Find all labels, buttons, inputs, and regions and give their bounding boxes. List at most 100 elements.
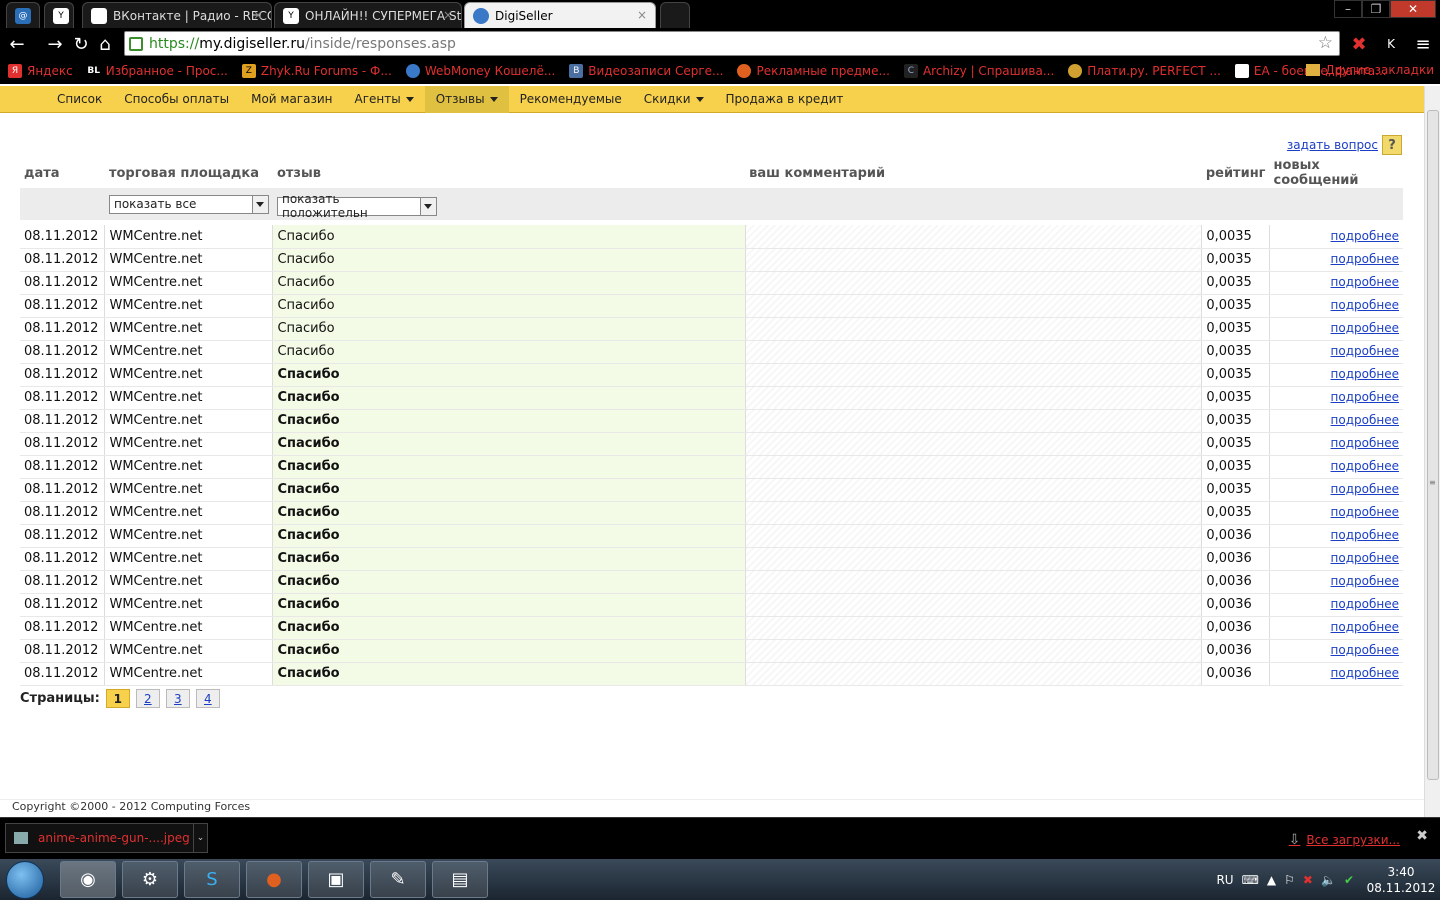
- chevron-down-icon[interactable]: ⌄: [193, 824, 207, 852]
- details-link[interactable]: подробнее: [1331, 229, 1399, 243]
- keyboard-icon[interactable]: ⌨: [1242, 873, 1259, 887]
- reload-icon[interactable]: ↻: [70, 33, 92, 55]
- details-link[interactable]: подробнее: [1331, 459, 1399, 473]
- k-extension-icon[interactable]: K: [1380, 33, 1402, 55]
- bookmark-izbrannoe[interactable]: BL Избранное - Прос...: [87, 64, 227, 78]
- action-center-icon[interactable]: ⚐: [1284, 873, 1295, 887]
- details-link[interactable]: подробнее: [1331, 574, 1399, 588]
- details-link[interactable]: подробнее: [1331, 528, 1399, 542]
- row-rating: 0,0036: [1201, 616, 1270, 640]
- details-link[interactable]: подробнее: [1331, 436, 1399, 450]
- details-link[interactable]: подробнее: [1331, 666, 1399, 680]
- tray-expand-icon[interactable]: ▲: [1267, 873, 1276, 887]
- close-icon[interactable]: ×: [443, 8, 453, 22]
- row-date: 08.11.2012: [20, 317, 106, 341]
- extension-icon[interactable]: ✖: [1348, 33, 1370, 55]
- details-link[interactable]: подробнее: [1331, 413, 1399, 427]
- network-icon[interactable]: ✖: [1303, 873, 1313, 887]
- row-comment: [745, 248, 1203, 272]
- clock[interactable]: 3:40 08.11.2012: [1366, 864, 1436, 896]
- details-link[interactable]: подробнее: [1331, 482, 1399, 496]
- minimize-icon[interactable]: –: [1334, 0, 1362, 18]
- notepad-icon[interactable]: ✎: [370, 861, 426, 898]
- details-link[interactable]: подробнее: [1331, 551, 1399, 565]
- menu-item-credit-sale[interactable]: Продажа в кредит: [715, 86, 855, 113]
- row-comment: [745, 455, 1203, 479]
- back-icon[interactable]: ←: [6, 33, 28, 55]
- details-link[interactable]: подробнее: [1331, 597, 1399, 611]
- details-link[interactable]: подробнее: [1331, 275, 1399, 289]
- steam-icon[interactable]: ⚙: [122, 861, 178, 898]
- table-row: 08.11.2012 WMCentre.net Спасибо 0,0036 подро…: [20, 639, 1403, 663]
- home-icon[interactable]: ⌂: [94, 33, 116, 55]
- details-link[interactable]: подробнее: [1331, 643, 1399, 657]
- details-link[interactable]: подробнее: [1331, 620, 1399, 634]
- address-bar[interactable]: https://my.digiseller.ru/inside/response…: [124, 31, 1340, 56]
- bookmark-zhyk[interactable]: Z Zhyk.Ru Forums - Ф...: [241, 64, 392, 78]
- close-icon[interactable]: ×: [637, 8, 647, 22]
- download-item[interactable]: anime-anime-gun-....jpeg ⌄: [5, 823, 208, 853]
- column-header-date: дата: [24, 165, 60, 181]
- review-filter-select[interactable]: показать положительн: [276, 192, 437, 220]
- row-date: 08.11.2012: [20, 248, 106, 272]
- close-icon[interactable]: ×: [253, 8, 263, 22]
- row-date: 08.11.2012: [20, 616, 106, 640]
- forward-icon[interactable]: →: [44, 33, 66, 55]
- bookmark-archizy[interactable]: C Archizy | Спрашива...: [903, 64, 1054, 78]
- chrome-icon[interactable]: ◉: [60, 861, 116, 898]
- bookmark-yandex[interactable]: Я Яндекс: [8, 64, 73, 78]
- maximize-icon[interactable]: ❐: [1362, 0, 1390, 18]
- row-rating: 0,0036: [1201, 662, 1270, 686]
- bookmark-reklamnye[interactable]: Рекламные предме...: [737, 64, 890, 78]
- winrar-icon[interactable]: ▤: [432, 861, 488, 898]
- details-link[interactable]: подробнее: [1331, 505, 1399, 519]
- bookmark-vk-video[interactable]: B Видеозаписи Серге...: [569, 64, 723, 78]
- page-3[interactable]: 3: [165, 689, 190, 708]
- language-indicator[interactable]: RU: [1216, 873, 1233, 887]
- menu-item-list[interactable]: Список: [46, 86, 113, 113]
- menu-icon[interactable]: ≡: [1412, 33, 1434, 55]
- tab-pinned[interactable]: @: [6, 2, 40, 28]
- page-4[interactable]: 4: [195, 689, 220, 708]
- menu-item-recommended[interactable]: Рекомендуемые: [509, 86, 633, 113]
- tab-online[interactable]: Y ОНЛАЙН!! СУПЕРМЕГА St ×: [274, 2, 462, 28]
- new-tab-button[interactable]: [660, 2, 690, 28]
- site-filter-select[interactable]: показать все: [108, 194, 269, 214]
- skype-icon[interactable]: S: [184, 861, 240, 898]
- windows-taskbar: ◉ ⚙ S ● ▣ ✎ ▤ RU ⌨ ▲ ⚐ ✖ 🔈 ✔ 3:40 08.11.…: [0, 859, 1440, 900]
- details-link[interactable]: подробнее: [1331, 321, 1399, 335]
- page-2[interactable]: 2: [135, 689, 160, 708]
- monitor-icon[interactable]: ▣: [308, 861, 364, 898]
- details-link[interactable]: подробнее: [1331, 344, 1399, 358]
- menu-item-payment-methods[interactable]: Способы оплаты: [113, 86, 240, 113]
- menu-item-reviews[interactable]: Отзывы: [424, 85, 509, 113]
- menu-item-discounts[interactable]: Скидки: [633, 86, 715, 113]
- page-scrollbar[interactable]: ≡: [1424, 86, 1440, 817]
- details-link[interactable]: подробнее: [1331, 390, 1399, 404]
- help-icon[interactable]: ?: [1382, 135, 1402, 155]
- details-link[interactable]: подробнее: [1331, 298, 1399, 312]
- menu-item-agents[interactable]: Агенты: [344, 86, 425, 113]
- security-icon[interactable]: ✔: [1344, 873, 1354, 887]
- window-close-icon[interactable]: ✕: [1390, 0, 1436, 18]
- details-link[interactable]: подробнее: [1331, 252, 1399, 266]
- all-downloads-link[interactable]: ⇩ Все загрузки...: [1289, 832, 1400, 848]
- windows-start-icon[interactable]: [6, 861, 44, 899]
- other-bookmarks[interactable]: Другие закладки: [1306, 63, 1434, 77]
- details-link[interactable]: подробнее: [1331, 367, 1399, 381]
- page-1[interactable]: 1: [105, 689, 130, 708]
- origin-icon[interactable]: ●: [246, 861, 302, 898]
- tab-digiseller[interactable]: DigiSeller ×: [464, 2, 656, 28]
- youhack-icon: Y: [53, 7, 69, 24]
- bookmark-plati[interactable]: Плати.ру. PERFECT ...: [1068, 64, 1221, 78]
- bookmark-webmoney[interactable]: WebMoney Кошелё...: [405, 64, 555, 78]
- ask-question-link[interactable]: задать вопрос: [1287, 138, 1378, 152]
- tab-youhack[interactable]: Y: [44, 2, 74, 28]
- scrollbar-thumb[interactable]: [1427, 110, 1439, 780]
- close-icon[interactable]: ✖: [1416, 828, 1428, 844]
- dropdown-arrow-icon: [251, 195, 268, 213]
- menu-item-my-shop[interactable]: Мой магазин: [240, 86, 343, 113]
- tab-vkontakte[interactable]: ВКонтакте | Радио - RECO ×: [82, 2, 272, 28]
- volume-icon[interactable]: 🔈: [1321, 873, 1336, 887]
- bookmark-star-icon[interactable]: ☆: [1318, 33, 1333, 53]
